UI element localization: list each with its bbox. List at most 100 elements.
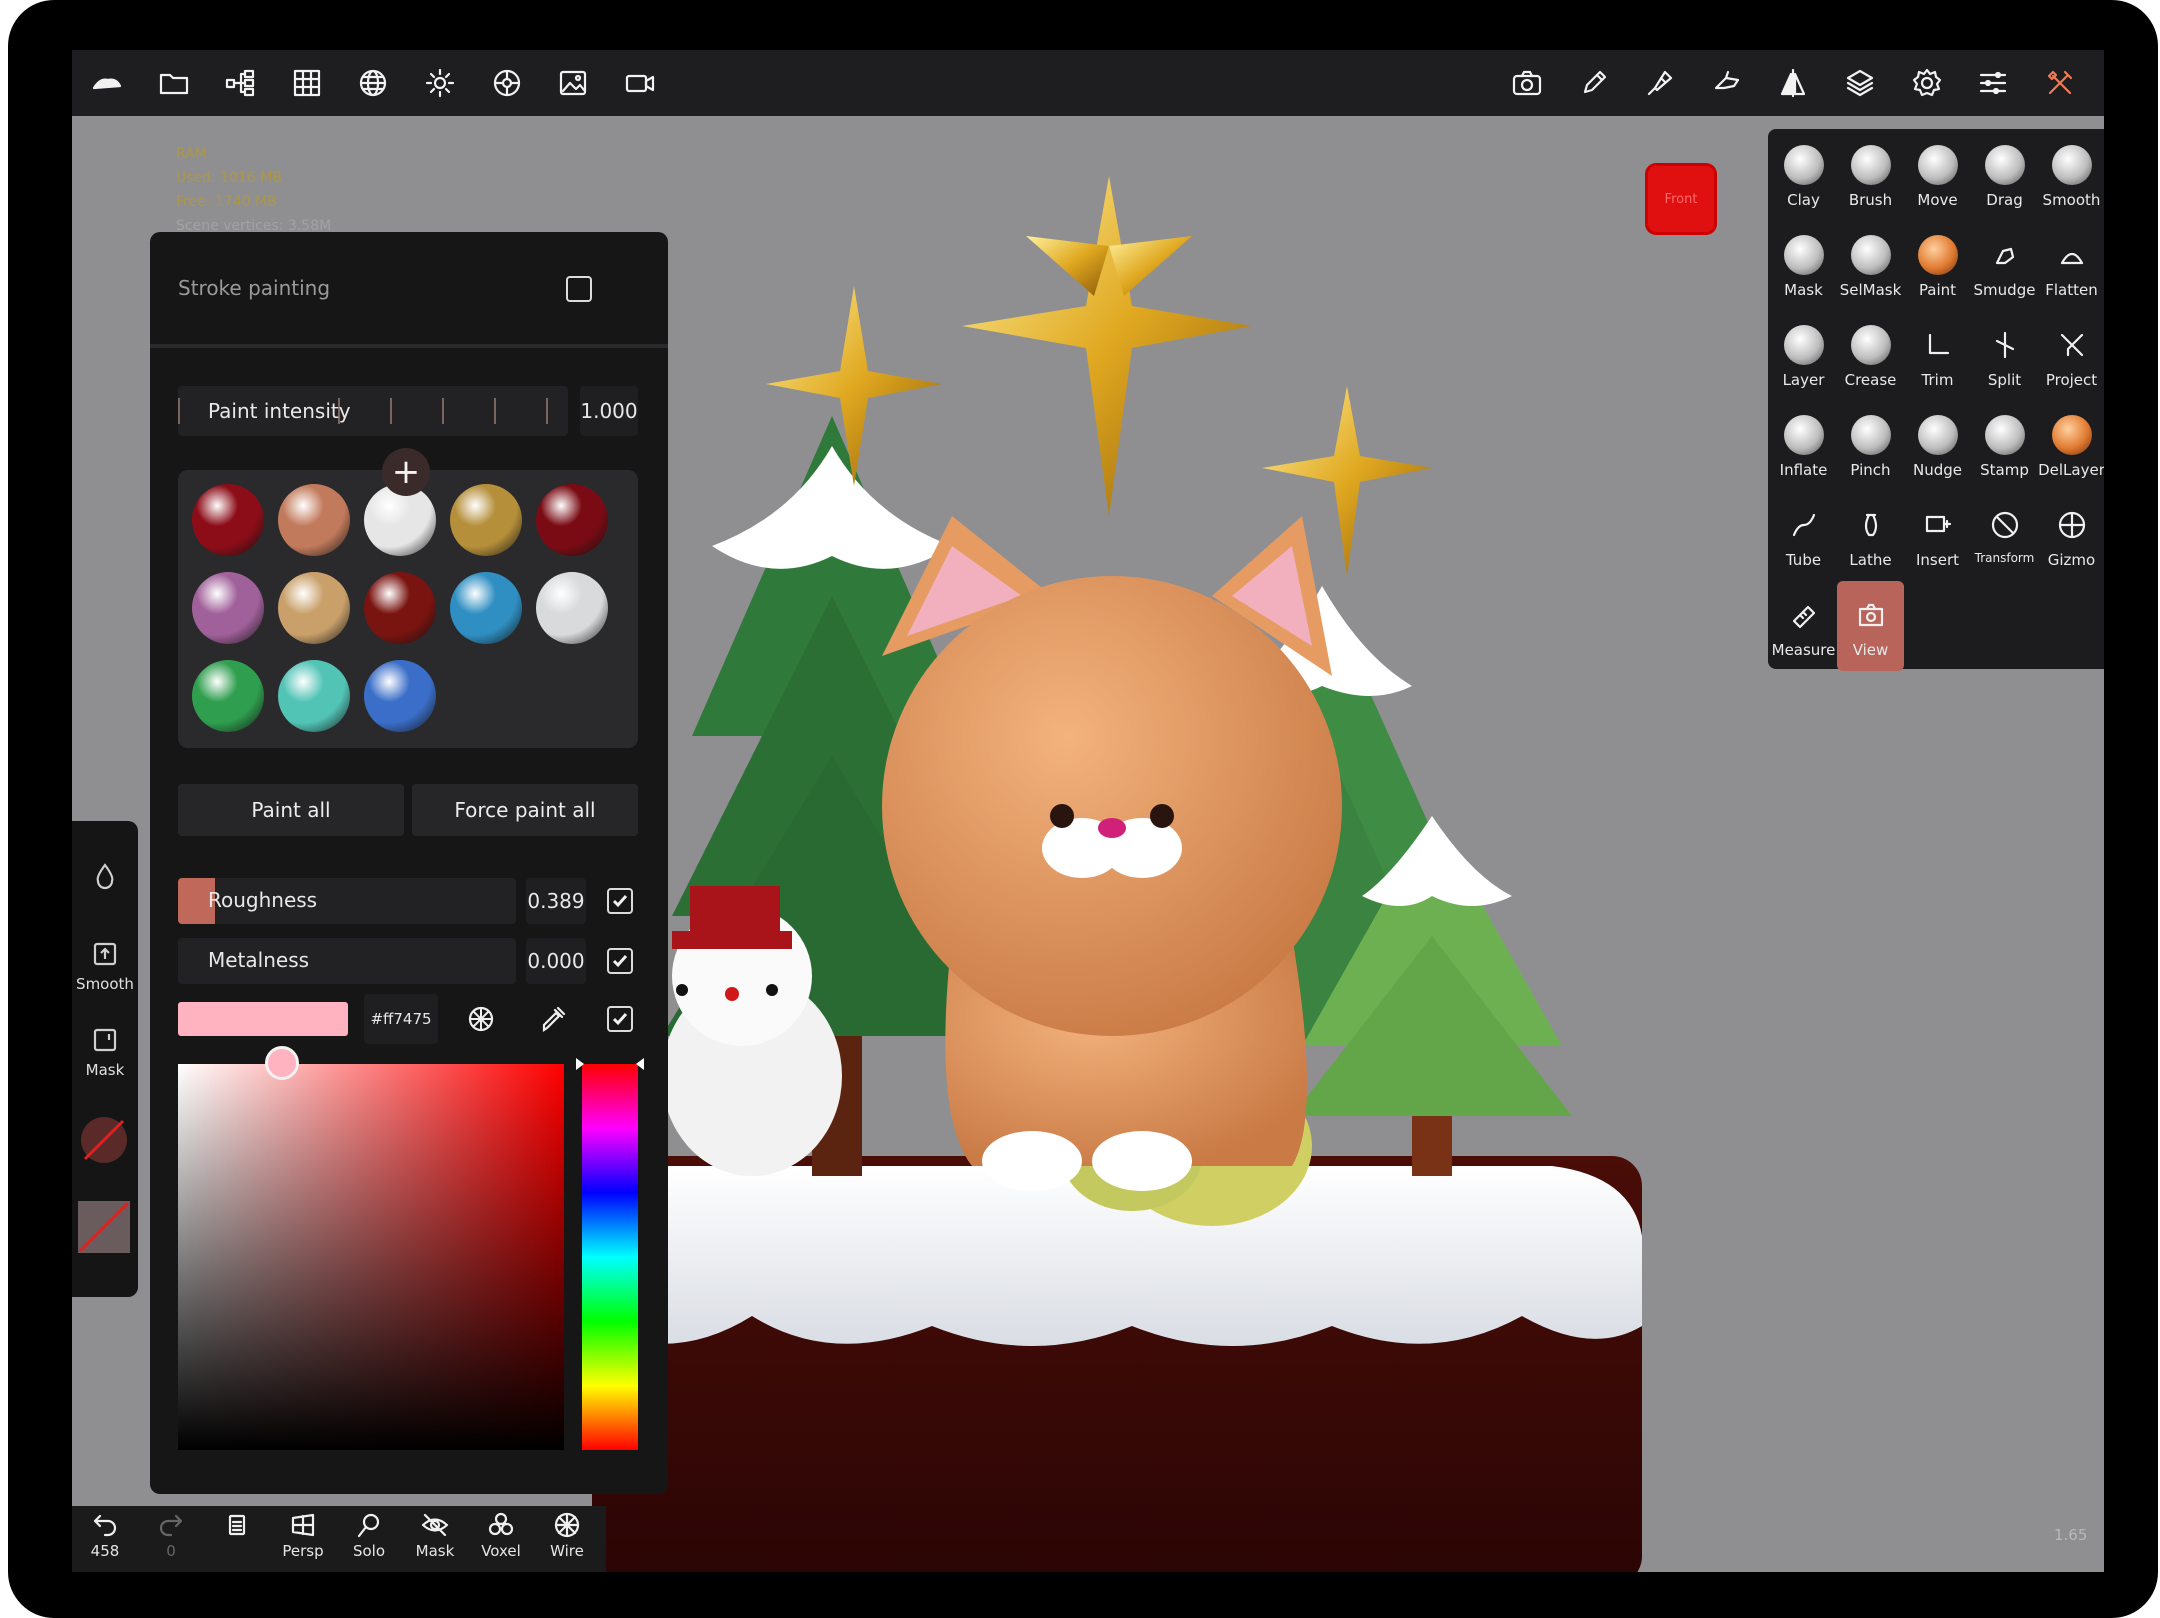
tool-gizmo[interactable]: Gizmo [2038, 491, 2104, 581]
project-icon [2052, 325, 2092, 365]
tool-layer[interactable]: Layer [1770, 311, 1837, 401]
paint-intensity-slider[interactable]: Paint intensity [178, 386, 568, 436]
tool-label: Brush [1848, 191, 1893, 209]
material-preset[interactable] [192, 484, 264, 556]
tool-inflate[interactable]: Inflate [1770, 401, 1837, 491]
color-picker-handle[interactable] [265, 1046, 299, 1080]
color-enabled-checkbox[interactable] [607, 1006, 633, 1032]
paint-intensity-value[interactable]: 1.000 [580, 386, 638, 436]
tool-brush[interactable]: Brush [1837, 131, 1904, 221]
metalness-value[interactable]: 0.000 [526, 938, 586, 984]
material-preset[interactable] [364, 660, 436, 732]
redo-button[interactable]: 0 [138, 1510, 204, 1570]
light-sun-icon[interactable] [415, 58, 465, 108]
tool-project[interactable]: Project [2038, 311, 2104, 401]
pinch-icon [1850, 415, 1891, 455]
eyedropper-icon[interactable] [536, 1002, 570, 1036]
tool-lathe[interactable]: Lathe [1837, 491, 1904, 581]
material-preset[interactable] [536, 572, 608, 644]
stroke-hand-icon[interactable] [1702, 58, 1752, 108]
symmetry-icon[interactable] [1768, 58, 1818, 108]
mask-shortcut[interactable]: Mask [72, 1025, 138, 1079]
tool-selmask[interactable]: SelMask [1837, 221, 1904, 311]
alpha-texture-icon[interactable] [78, 1201, 130, 1253]
material-preset[interactable] [450, 572, 522, 644]
folder-icon[interactable] [149, 58, 199, 108]
tool-insert[interactable]: Insert [1904, 491, 1971, 581]
camera-icon[interactable] [1502, 58, 1552, 108]
tool-view[interactable]: View [1837, 581, 1904, 671]
metalness-slider[interactable]: Metalness [178, 938, 516, 984]
roughness-value[interactable]: 0.389 [526, 878, 586, 924]
force-paint-all-button[interactable]: Force paint all [412, 784, 638, 836]
tool-transform[interactable]: Transform [1971, 491, 2038, 581]
material-preset[interactable] [364, 572, 436, 644]
paint-all-button[interactable]: Paint all [178, 784, 404, 836]
material-preset[interactable] [192, 660, 264, 732]
material-icon[interactable] [482, 58, 532, 108]
pencil-icon[interactable] [1569, 58, 1619, 108]
image-icon[interactable] [548, 58, 598, 108]
tool-pinch[interactable]: Pinch [1837, 401, 1904, 491]
tool-label: Measure [1771, 641, 1836, 659]
hue-slider[interactable] [582, 1064, 638, 1450]
tool-nudge[interactable]: Nudge [1904, 401, 1971, 491]
tool-clay[interactable]: Clay [1770, 131, 1837, 221]
tool-label: Clay [1787, 191, 1820, 209]
color-hex-field[interactable]: #ff7475 [364, 994, 438, 1044]
material-preset[interactable] [278, 572, 350, 644]
tool-dellayer[interactable]: DelLayer [2038, 401, 2104, 491]
opacity-drop-icon[interactable] [72, 861, 138, 891]
stroke-brush-icon[interactable] [1635, 58, 1685, 108]
sliders-icon[interactable] [1968, 58, 2018, 108]
metalness-enabled-checkbox[interactable] [607, 948, 633, 974]
tool-tube[interactable]: Tube [1770, 491, 1837, 581]
material-preset[interactable] [278, 484, 350, 556]
color-palette-icon[interactable] [464, 1002, 498, 1036]
tool-stamp[interactable]: Stamp [1971, 401, 2038, 491]
material-preset[interactable] [450, 484, 522, 556]
sphere-mesh-icon[interactable] [348, 58, 398, 108]
tools-wrench-icon[interactable] [2035, 58, 2085, 108]
persp-button[interactable]: Persp [270, 1510, 336, 1570]
tool-flatten[interactable]: Flatten [2038, 221, 2104, 311]
tool-move[interactable]: Move [1904, 131, 1971, 221]
undo-button[interactable]: 458 [72, 1510, 138, 1570]
saturation-value-picker[interactable] [178, 1064, 564, 1450]
tool-smooth[interactable]: Smooth [2038, 131, 2104, 221]
divider [150, 344, 668, 348]
paint-icon [1917, 235, 1958, 275]
solo-button[interactable]: Solo [336, 1510, 402, 1570]
tool-split[interactable]: Split [1971, 311, 2038, 401]
stroke-painting-checkbox[interactable] [566, 276, 592, 302]
settings-gear-icon[interactable] [1902, 58, 1952, 108]
roughness-slider[interactable]: Roughness [178, 878, 516, 924]
front-view-cube[interactable]: Front [1648, 166, 1714, 232]
wire-button[interactable]: Wire [534, 1510, 600, 1570]
tool-paint[interactable]: Paint [1904, 221, 1971, 311]
topology-grid-icon[interactable] [282, 58, 332, 108]
material-preset[interactable] [278, 660, 350, 732]
material-preset[interactable] [536, 484, 608, 556]
layer-icon [1783, 325, 1824, 365]
stroke-color-icon[interactable] [81, 1117, 127, 1163]
tool-label: DelLayer [2038, 461, 2104, 479]
mask-visibility-button[interactable]: Mask [402, 1510, 468, 1570]
voxel-button[interactable]: Voxel [468, 1510, 534, 1570]
menu-button[interactable] [204, 1510, 270, 1570]
color-swatch[interactable] [178, 1002, 348, 1036]
tool-measure[interactable]: Measure [1770, 581, 1837, 671]
smooth-shortcut[interactable]: Smooth [72, 939, 138, 993]
layers-icon[interactable] [1835, 58, 1885, 108]
video-icon[interactable] [615, 58, 665, 108]
tool-drag[interactable]: Drag [1971, 131, 2038, 221]
roughness-enabled-checkbox[interactable] [607, 888, 633, 914]
tool-mask[interactable]: Mask [1770, 221, 1837, 311]
material-preset[interactable] [192, 572, 264, 644]
scene-tree-icon[interactable] [215, 58, 265, 108]
add-material-button[interactable]: + [382, 448, 430, 496]
app-logo-icon[interactable] [82, 58, 132, 108]
tool-trim[interactable]: Trim [1904, 311, 1971, 401]
tool-smudge[interactable]: Smudge [1971, 221, 2038, 311]
tool-crease[interactable]: Crease [1837, 311, 1904, 401]
